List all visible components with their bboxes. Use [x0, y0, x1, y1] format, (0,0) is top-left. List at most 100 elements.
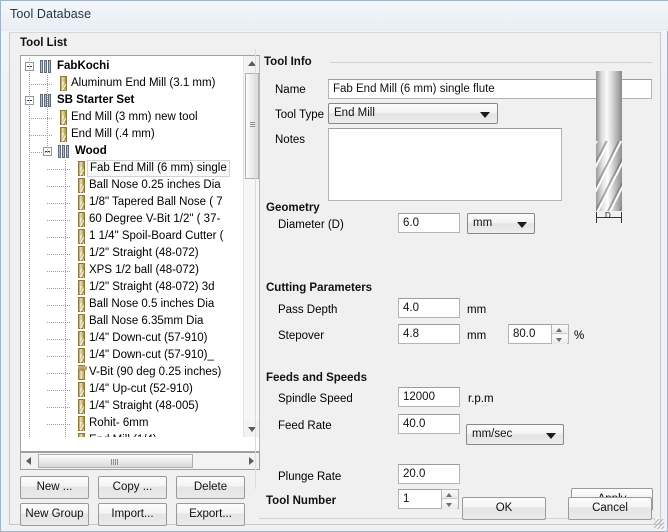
delete-button[interactable]: Delete — [176, 476, 245, 499]
stepover-units: mm — [467, 330, 487, 342]
tree-connector — [47, 356, 71, 357]
chevron-down-icon — [546, 433, 556, 439]
tree-connector — [47, 288, 71, 289]
tree-connector — [47, 322, 71, 323]
end-mill-icon — [78, 178, 85, 193]
resize-grip[interactable] — [654, 519, 664, 529]
end-mill-icon — [78, 399, 85, 414]
scroll-down-arrow[interactable] — [244, 421, 259, 437]
tree-nodes-container: FabKochi Aluminum End Mill (3.1 mm) SB Sta… — [21, 56, 245, 437]
rate-units-select[interactable]: mm/sec — [466, 424, 564, 445]
tree-node-label: FabKochi — [57, 60, 110, 72]
tool-type-select[interactable]: End Mill — [328, 103, 498, 124]
tree-connector — [47, 424, 71, 425]
tool-type-value: End Mill — [334, 107, 375, 119]
tree-node-label: 1/4" Up-cut (52-910) — [89, 383, 193, 395]
pass-depth-label: Pass Depth — [278, 304, 338, 316]
tree-node-label: Ball Nose 0.25 inches Dia — [89, 179, 221, 191]
diameter-tick-left — [596, 212, 597, 223]
chevron-down-icon — [517, 222, 527, 228]
tool-group-icon — [40, 60, 53, 73]
tree-node-label: 1/8" Tapered Ball Nose ( 7 — [89, 196, 223, 208]
tree-connector — [47, 237, 71, 238]
end-mill-icon — [78, 416, 85, 431]
plunge-rate-field[interactable]: 20.0 — [398, 464, 460, 484]
tree-node-label: 1/4" Down-cut (57-910) — [89, 332, 208, 344]
diameter-units-select[interactable]: mm — [467, 213, 535, 234]
end-mill-icon — [78, 331, 85, 346]
diameter-units-value: mm — [473, 217, 493, 229]
tree-node-label: End Mill (3 mm) new tool — [71, 111, 198, 123]
tool-number-stepper[interactable] — [442, 489, 459, 509]
end-mill-icon — [78, 382, 85, 397]
tool-shank — [596, 71, 622, 143]
end-mill-icon — [78, 212, 85, 227]
tool-group-icon — [58, 145, 71, 158]
tool-flutes — [596, 141, 622, 211]
end-mill-icon — [60, 76, 67, 91]
tree-connector — [47, 339, 71, 340]
vertical-scroll-thumb[interactable] — [245, 73, 259, 179]
tree-node-label: Ball Nose 0.5 inches Dia — [89, 298, 215, 310]
notes-textarea[interactable] — [328, 128, 562, 201]
tree-connector — [29, 118, 53, 119]
tree-node-label: End Mill (1/4) — [89, 432, 157, 437]
tree-connector — [47, 271, 71, 272]
stepper-down-icon[interactable] — [552, 335, 567, 344]
end-mill-icon — [60, 127, 67, 142]
tree-connector — [47, 373, 71, 374]
import-button[interactable]: Import... — [98, 503, 167, 526]
end-mill-icon — [78, 161, 85, 176]
ok-button[interactable]: OK — [462, 497, 546, 520]
end-mill-icon — [78, 297, 85, 312]
tree-connector — [47, 203, 71, 204]
tree-horizontal-scrollbar[interactable] — [20, 452, 260, 470]
stepper-up-icon[interactable] — [442, 490, 457, 499]
spindle-speed-units: r.p.m — [468, 393, 494, 405]
cutting-parameters-caption: Cutting Parameters — [266, 282, 373, 294]
stepover-percent-stepper[interactable] — [552, 324, 569, 344]
tree-connector — [47, 220, 71, 221]
end-mill-icon — [78, 314, 85, 329]
end-mill-icon — [78, 246, 85, 261]
stepover-percent-units: % — [574, 330, 585, 342]
scroll-right-arrow[interactable] — [243, 453, 259, 469]
tool-number-field[interactable]: 1 — [398, 489, 442, 509]
stepover-field[interactable]: 4.8 — [398, 324, 460, 344]
scroll-left-arrow[interactable] — [21, 453, 37, 469]
export-button[interactable]: Export... — [176, 503, 245, 526]
window-title: Tool Database — [10, 7, 92, 21]
title-bar: Tool Database — [1, 1, 668, 31]
stepper-down-icon[interactable] — [442, 500, 457, 509]
diameter-dimension-label: D — [605, 211, 611, 220]
tree-connector — [47, 390, 71, 391]
plunge-rate-label: Plunge Rate — [278, 471, 342, 483]
tree-guide-line — [65, 160, 66, 437]
new-group-button[interactable]: New Group — [20, 503, 89, 526]
cancel-button[interactable]: Cancel — [568, 497, 652, 520]
new-button[interactable]: New ... — [20, 476, 89, 499]
tree-node-label: Rohit- 6mm — [89, 417, 149, 429]
stepper-up-icon[interactable] — [552, 325, 567, 334]
stepover-percent-field[interactable]: 80.0 — [508, 324, 552, 344]
pass-depth-field[interactable]: 4.0 — [398, 298, 460, 318]
tree-connector — [47, 305, 71, 306]
feed-rate-field[interactable]: 40.0 — [398, 414, 460, 434]
spindle-speed-field[interactable]: 12000 — [398, 387, 460, 407]
tree-connector — [47, 407, 71, 408]
tree-node-label: 1 1/4" Spoil-Board Cutter ( — [89, 230, 224, 242]
scroll-up-arrow[interactable] — [244, 56, 259, 72]
tree-guide-line — [47, 75, 48, 153]
diameter-field[interactable]: 6.0 — [398, 213, 460, 233]
copy-button[interactable]: Copy ... — [98, 476, 167, 499]
feed-rate-label: Feed Rate — [278, 420, 332, 432]
v-bit-icon — [78, 365, 87, 380]
diameter-label: Diameter (D) — [278, 219, 344, 231]
tool-list-caption: Tool List — [20, 37, 68, 49]
horizontal-scroll-thumb[interactable] — [38, 454, 193, 468]
tree-vertical-scrollbar[interactable] — [243, 56, 259, 437]
tool-list-tree[interactable]: FabKochi Aluminum End Mill (3.1 mm) SB Sta… — [20, 55, 260, 452]
tree-connector — [29, 135, 53, 136]
tree-node-label: 1/2" Straight (48-072) 3d — [89, 281, 215, 293]
tree-connector — [29, 152, 53, 153]
